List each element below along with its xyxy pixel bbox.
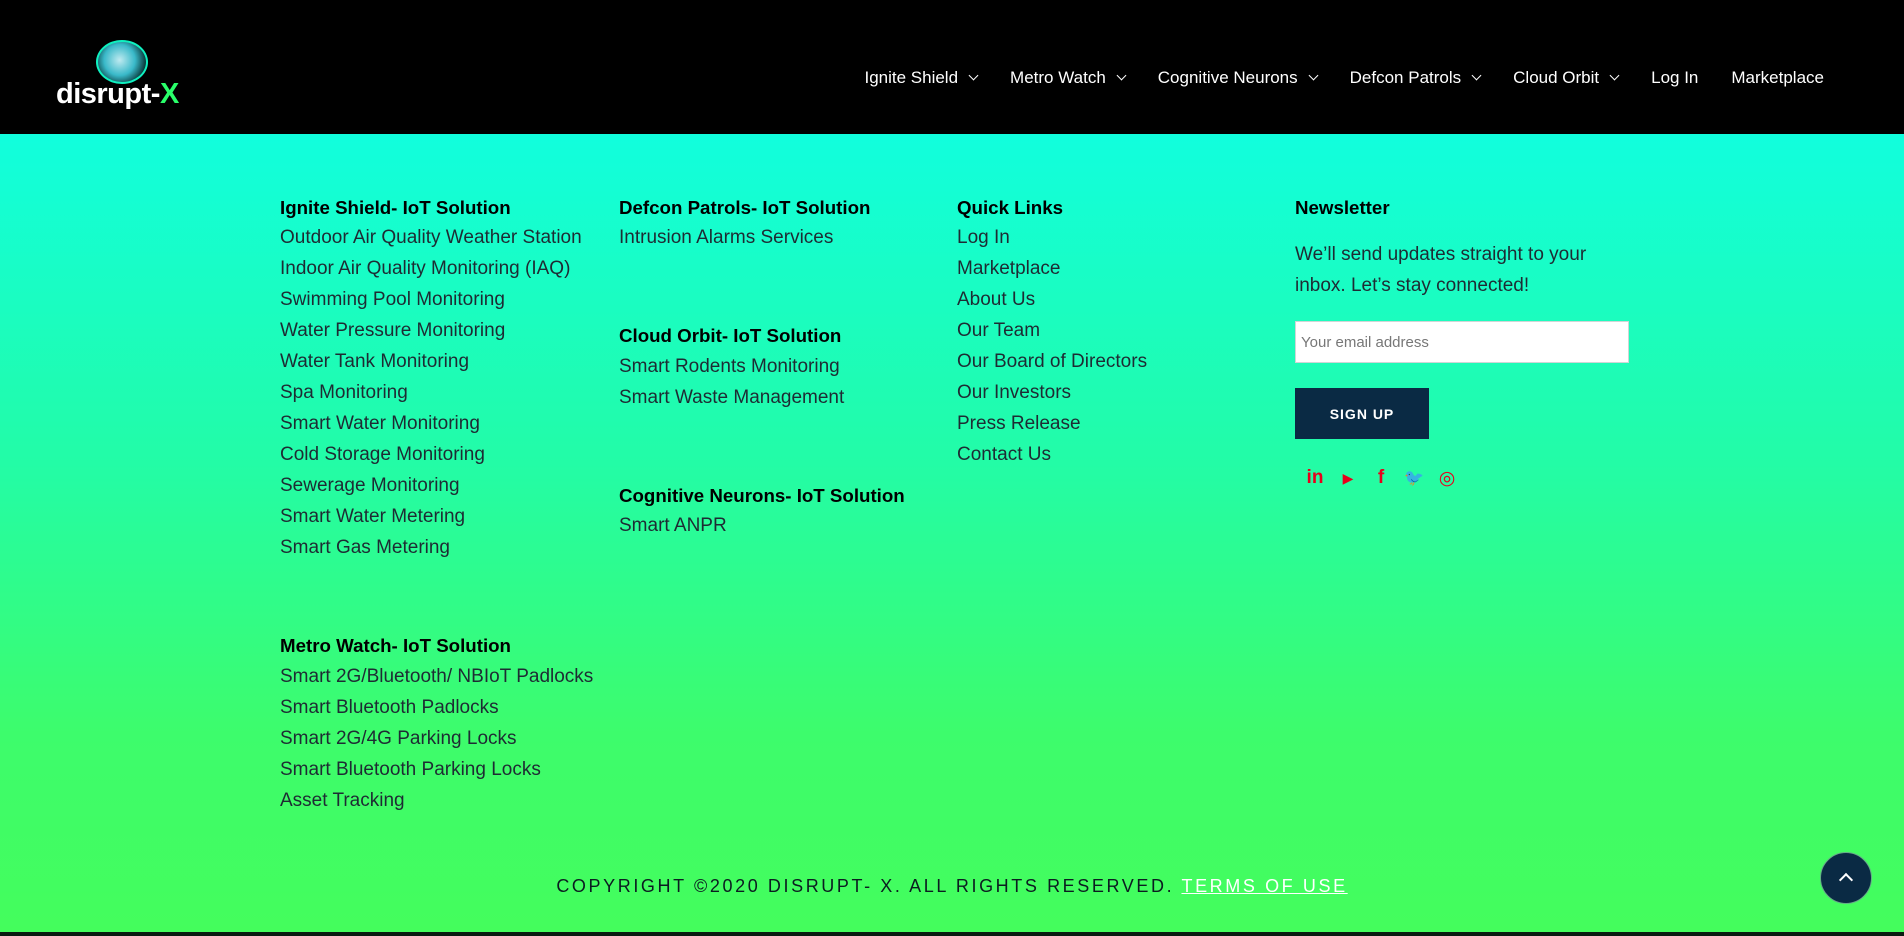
- main-nav: Ignite Shield Metro Watch Cognitive Neur…: [831, 68, 1824, 88]
- cloud-link[interactable]: Smart Waste Management: [619, 382, 844, 413]
- cognitive-link[interactable]: Smart ANPR: [619, 510, 727, 541]
- terms-of-use-link[interactable]: TERMS OF USE: [1181, 876, 1347, 896]
- quick-link[interactable]: Log In: [957, 222, 1147, 253]
- cloud-orbit-links: Smart Rodents Monitoring Smart Waste Mana…: [619, 351, 844, 413]
- metro-watch-links: Smart 2G/Bluetooth/ NBIoT Padlocks Smart …: [280, 661, 593, 816]
- chevron-down-icon: [1609, 70, 1620, 81]
- quick-link[interactable]: About Us: [957, 284, 1147, 315]
- ignite-link[interactable]: Smart Water Metering: [280, 501, 582, 532]
- ignite-link[interactable]: Outdoor Air Quality Weather Station: [280, 222, 582, 253]
- quick-links: Log In Marketplace About Us Our Team Our Boa…: [957, 222, 1147, 470]
- nav-log-in[interactable]: Log In: [1651, 68, 1698, 88]
- ignite-link[interactable]: Spa Monitoring: [280, 377, 582, 408]
- copyright: COPYRIGHT ©2020 DISRUPT- X. ALL RIGHTS R…: [0, 876, 1904, 897]
- metro-link[interactable]: Smart 2G/4G Parking Locks: [280, 723, 593, 754]
- youtube-icon[interactable]: ▶: [1337, 465, 1359, 491]
- nav-marketplace[interactable]: Marketplace: [1731, 68, 1824, 88]
- ignite-link[interactable]: Sewerage Monitoring: [280, 470, 582, 501]
- email-input[interactable]: [1295, 321, 1629, 363]
- ignite-link[interactable]: Smart Gas Metering: [280, 532, 582, 563]
- defcon-patrols-heading: Defcon Patrols- IoT Solution: [619, 196, 871, 218]
- defcon-link[interactable]: Intrusion Alarms Services: [619, 222, 833, 253]
- metro-link[interactable]: Smart Bluetooth Padlocks: [280, 692, 593, 723]
- newsletter-heading: Newsletter: [1295, 196, 1390, 218]
- ignite-link[interactable]: Swimming Pool Monitoring: [280, 284, 582, 315]
- nav-defcon-patrols[interactable]: Defcon Patrols: [1350, 68, 1482, 88]
- chevron-down-icon: [1308, 70, 1319, 81]
- cloud-link[interactable]: Smart Rodents Monitoring: [619, 351, 844, 382]
- chevron-down-icon: [968, 70, 979, 81]
- quick-link[interactable]: Our Board of Directors: [957, 346, 1147, 377]
- ignite-link[interactable]: Water Pressure Monitoring: [280, 315, 582, 346]
- nav-cognitive-neurons[interactable]: Cognitive Neurons: [1158, 68, 1319, 88]
- nav-metro-watch[interactable]: Metro Watch: [1010, 68, 1127, 88]
- defcon-patrols-links: Intrusion Alarms Services: [619, 222, 833, 253]
- sign-up-button[interactable]: SIGN UP: [1295, 388, 1429, 439]
- facebook-icon[interactable]: f: [1370, 465, 1392, 491]
- cloud-orbit-heading: Cloud Orbit- IoT Solution: [619, 324, 842, 346]
- ignite-link[interactable]: Cold Storage Monitoring: [280, 439, 582, 470]
- quick-link[interactable]: Contact Us: [957, 439, 1147, 470]
- quick-link[interactable]: Marketplace: [957, 253, 1147, 284]
- linkedin-icon[interactable]: in: [1304, 465, 1326, 491]
- quick-link[interactable]: Our Team: [957, 315, 1147, 346]
- scroll-to-top-button[interactable]: [1820, 852, 1872, 904]
- social-links: in ▶ f 🐦 ◎: [1304, 465, 1469, 491]
- metro-link[interactable]: Smart 2G/Bluetooth/ NBIoT Padlocks: [280, 661, 593, 692]
- ignite-shield-heading: Ignite Shield- IoT Solution: [280, 196, 511, 218]
- chevron-down-icon: [1471, 70, 1482, 81]
- newsletter-text: We’ll send updates straight to your inbo…: [1295, 244, 1587, 296]
- metro-link[interactable]: Asset Tracking: [280, 785, 593, 816]
- ignite-link[interactable]: Indoor Air Quality Monitoring (IAQ): [280, 253, 582, 284]
- quick-link[interactable]: Our Investors: [957, 377, 1147, 408]
- chevron-down-icon: [1116, 70, 1127, 81]
- site-footer: Ignite Shield- IoT Solution Outdoor Air …: [0, 134, 1904, 934]
- bottom-divider: [0, 932, 1904, 936]
- ignite-link[interactable]: Water Tank Monitoring: [280, 346, 582, 377]
- logo[interactable]: disrupt-X: [54, 38, 194, 112]
- twitter-icon[interactable]: 🐦: [1403, 465, 1425, 491]
- metro-link[interactable]: Smart Bluetooth Parking Locks: [280, 754, 593, 785]
- instagram-icon[interactable]: ◎: [1436, 465, 1458, 491]
- logo-wordmark: disrupt-X: [56, 78, 179, 110]
- ignite-shield-links: Outdoor Air Quality Weather Station Indoo…: [280, 222, 582, 563]
- metro-watch-heading: Metro Watch- IoT Solution: [280, 634, 511, 656]
- quick-link[interactable]: Press Release: [957, 408, 1147, 439]
- site-header: disrupt-X Ignite Shield Metro Watch Cogn…: [0, 0, 1904, 134]
- ignite-link[interactable]: Smart Water Monitoring: [280, 408, 582, 439]
- cognitive-neurons-heading: Cognitive Neurons- IoT Solution: [619, 484, 905, 506]
- cognitive-neurons-links: Smart ANPR: [619, 510, 727, 541]
- nav-ignite-shield[interactable]: Ignite Shield: [864, 68, 979, 88]
- copyright-text: COPYRIGHT ©2020 DISRUPT- X. ALL RIGHTS R…: [556, 876, 1175, 896]
- quick-links-heading: Quick Links: [957, 196, 1064, 218]
- nav-cloud-orbit[interactable]: Cloud Orbit: [1513, 68, 1620, 88]
